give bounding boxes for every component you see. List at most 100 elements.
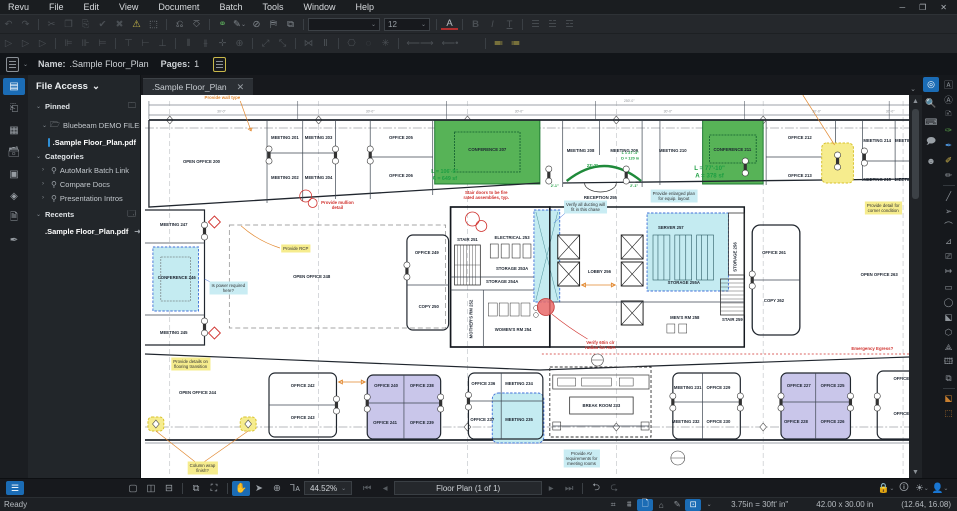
last-page-icon[interactable]: ⏭	[560, 481, 578, 496]
snapshot-tool-icon[interactable]: ⧉	[941, 372, 956, 385]
full-screen-icon[interactable]: ⛶	[205, 481, 223, 496]
rotate-right-icon[interactable]: ⎏	[188, 17, 205, 31]
size-match-icon[interactable]: ⤢	[257, 37, 274, 51]
align-center-icon[interactable]: ☱	[544, 17, 561, 31]
pan-tool-icon[interactable]: ✋	[232, 480, 250, 496]
play-tool3-icon[interactable]: ▷	[34, 37, 51, 51]
close-button[interactable]: ✕	[940, 3, 947, 12]
category-row[interactable]: › ⚲ Compare Docs	[28, 177, 140, 191]
measure-tool-icon[interactable]: ✐	[941, 154, 956, 167]
folder-row[interactable]: ⌄ 🗁 Bluebeam DEMO FILES	[28, 116, 140, 135]
pinned-section[interactable]: ⌄ Pinned 🗀	[28, 97, 140, 116]
italic-icon[interactable]: I	[484, 17, 501, 31]
align-middle-icon[interactable]: ⊢	[137, 37, 154, 51]
undo-icon[interactable]: ↶	[0, 17, 17, 31]
long-arrow-icon[interactable]: ⟵⟶	[403, 37, 437, 51]
cut-icon[interactable]: ✂	[43, 17, 60, 31]
categories-section[interactable]: ⌄ Categories	[28, 149, 140, 163]
layers-panel-icon[interactable]: ◈	[3, 188, 25, 205]
pen-tool-icon[interactable]: ✒	[941, 139, 956, 152]
group-icon[interactable]: ⎔	[343, 37, 360, 51]
reuse-markup-icon[interactable]: ✎	[669, 499, 685, 511]
document-tab[interactable]: .Sample Floor_Plan ✕	[143, 78, 254, 95]
font-size-select[interactable]: 12 ⌄	[384, 17, 430, 31]
align-bottom-icon[interactable]: ⊥	[154, 37, 171, 51]
category-row[interactable]: › ⚲ AutoMark Batch Link	[28, 163, 140, 177]
floor-plan-drawing[interactable]: OPEN OFFICE 200 MEETING 201 MEETING 202 MEE…	[141, 95, 909, 478]
paste-icon[interactable]: ⎘	[77, 17, 94, 31]
tab-overflow-icon[interactable]: ⌄	[910, 85, 922, 95]
redo-icon[interactable]: ↷	[17, 17, 34, 31]
polyline-tool-icon[interactable]: ⊿	[941, 235, 956, 248]
search-icon[interactable]: 🔍	[923, 96, 939, 111]
flatten-icon[interactable]: ⧉	[282, 17, 299, 31]
new-page-icon[interactable]	[213, 56, 227, 72]
thumbnails-panel-icon[interactable]: ▦	[3, 122, 25, 139]
category-row[interactable]: › ⚲ Presentation Intros	[28, 191, 140, 205]
recents-section[interactable]: ⌄ Recents 🗔	[28, 205, 140, 224]
vertical-scrollbar[interactable]: ▲ ▼	[909, 95, 922, 478]
menu-tools[interactable]: Tools	[252, 2, 293, 12]
hexagon-tool-icon[interactable]: ⬡	[941, 326, 956, 339]
line-tool-icon[interactable]: ╱	[941, 190, 956, 203]
support-icon[interactable]: ☻	[923, 153, 939, 168]
center-icon[interactable]: ⊕	[231, 37, 248, 51]
ungroup-icon[interactable]: ◌	[360, 37, 377, 51]
align-top-icon[interactable]: ⊤	[120, 37, 137, 51]
signatures-panel-icon[interactable]: ✒	[3, 232, 25, 249]
apply-icon[interactable]: ✔	[94, 17, 111, 31]
play-tool2-icon[interactable]: ▷	[17, 37, 34, 51]
select-text-icon[interactable]: Ꞁᴀ	[286, 481, 304, 496]
scale-indicator[interactable]: 3.75in = 30ft' in"	[717, 500, 802, 509]
copy-icon[interactable]: ❐	[60, 17, 77, 31]
polygon-tool-icon[interactable]: ⬕	[941, 311, 956, 324]
menu-document[interactable]: Document	[148, 2, 209, 12]
crop-icon[interactable]: ⬚	[145, 17, 162, 31]
cloud-tool-icon[interactable]: ⟁	[941, 341, 956, 354]
previous-page-icon[interactable]: ◂	[376, 481, 394, 496]
menu-revu[interactable]: Revu	[0, 2, 39, 12]
size-match2-icon[interactable]: ⤡	[274, 37, 291, 51]
sync-panel-icon[interactable]: ⊡	[685, 498, 702, 511]
markups-panel-icon[interactable]: 🗎	[3, 210, 25, 227]
dimension-tool-icon[interactable]: ↦	[941, 265, 956, 278]
font-color-icon[interactable]: A	[441, 18, 458, 30]
document-properties-icon[interactable]: 🛈	[895, 481, 913, 496]
distribute-h-icon[interactable]: ⫴	[180, 37, 197, 51]
file-access-panel-icon[interactable]: ▤	[3, 78, 25, 95]
lock-icon[interactable]: 🔒 ⌄	[877, 481, 895, 496]
recent-file-row[interactable]: .Sample Floor_Plan.pdf ⇥	[28, 224, 140, 238]
bookmarks-panel-icon[interactable]: ⎗	[3, 100, 25, 117]
page-indicator-field[interactable]: Floor Plan (1 of 1)	[394, 481, 543, 495]
flip-h-icon[interactable]: ⋈	[300, 37, 317, 51]
rectangle-tool-icon[interactable]: ▭	[941, 281, 956, 294]
menu-file[interactable]: File	[39, 2, 74, 12]
sync-views-icon[interactable]: ⧉	[187, 481, 205, 496]
zoom-tool-icon[interactable]: ⊕	[268, 481, 286, 496]
recents-settings-icon[interactable]: 🗔	[127, 208, 136, 222]
brightness-icon[interactable]: ☀ ⌄	[913, 481, 931, 496]
pinned-file-row[interactable]: .Sample Floor_Plan.pdf	[28, 135, 140, 149]
first-page-icon[interactable]: ⏮	[358, 481, 376, 496]
properties-tab-icon[interactable]: ◎	[923, 77, 939, 92]
center-page-icon[interactable]: ✛	[214, 37, 231, 51]
delete-icon[interactable]: ✖	[111, 17, 128, 31]
profile-icon[interactable]: 👤 ⌄	[931, 481, 949, 496]
callout-tool-icon[interactable]: Ⓐ	[941, 93, 956, 106]
attachment-icon[interactable]: ⊘	[248, 17, 265, 31]
flag-icon[interactable]: ⚠	[128, 17, 145, 31]
status-chevron-icon[interactable]: ⌄	[701, 499, 717, 511]
align-objects-left-icon[interactable]: ⊫	[60, 37, 77, 51]
document-icon[interactable]	[6, 56, 19, 72]
snap-to-grid-icon[interactable]: ⩩	[621, 499, 637, 511]
bold-icon[interactable]: B	[467, 17, 484, 31]
menu-view[interactable]: View	[109, 2, 148, 12]
split-vertical-icon[interactable]: ◫	[142, 481, 160, 496]
snap-to-content-icon[interactable]: 🗋	[637, 498, 654, 511]
properties-panel-icon[interactable]: ▣	[3, 166, 25, 183]
pdf-canvas[interactable]: OPEN OFFICE 200 MEETING 201 MEETING 202 MEE…	[141, 95, 922, 478]
unpin-icon[interactable]: ⇥	[134, 227, 140, 236]
markup-list-filter-icon[interactable]: ≕	[490, 37, 507, 51]
scroll-up-icon[interactable]: ▲	[912, 95, 919, 107]
single-page-view-icon[interactable]: ▢	[124, 481, 142, 496]
